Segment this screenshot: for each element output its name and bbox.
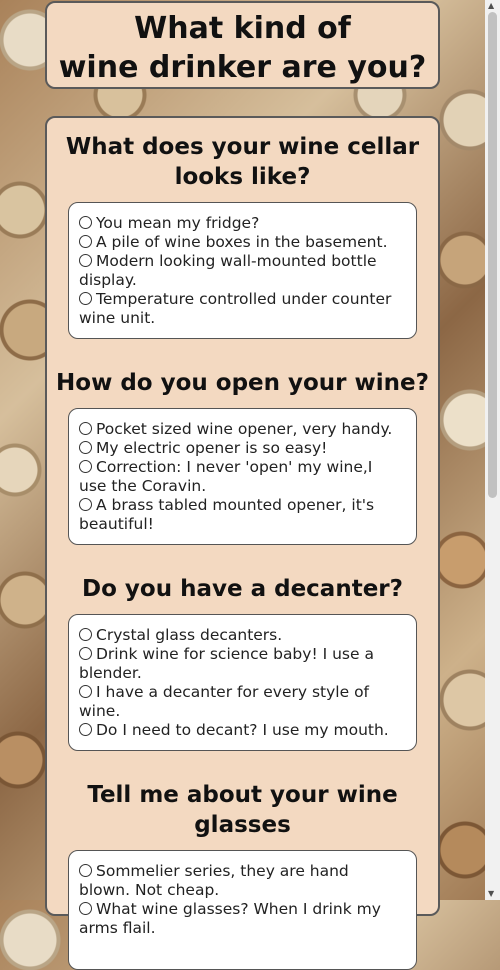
title-line-2: wine drinker are you? — [58, 50, 427, 85]
radio-button[interactable] — [79, 647, 92, 660]
question-title: Tell me about your wine glasses — [87, 782, 398, 838]
option-wine-boxes[interactable]: A pile of wine boxes in the basement. — [79, 233, 406, 252]
scroll-up-icon[interactable]: ▲ — [488, 1, 494, 11]
radio-button[interactable] — [79, 422, 92, 435]
option-electric-opener[interactable]: My electric opener is so easy! — [79, 439, 406, 458]
title-line-1: What kind of — [134, 11, 351, 46]
options-box: Sommelier series, they are hand blown. No… — [68, 850, 417, 970]
option-crystal-decanter[interactable]: Crystal glass decanters. — [79, 626, 406, 645]
title-card: What kind of wine drinker are you? — [45, 1, 440, 89]
options-box: Pocket sized wine opener, very handy. My… — [68, 408, 417, 545]
radio-button[interactable] — [79, 685, 92, 698]
option-coravin[interactable]: Correction: I never 'open' my wine,I use … — [79, 458, 406, 496]
radio-button[interactable] — [79, 460, 92, 473]
question-opener: How do you open your wine? Pocket sized … — [47, 368, 438, 545]
question-decanter: Do you have a decanter? Crystal glass de… — [47, 574, 438, 751]
radio-button[interactable] — [79, 902, 92, 915]
radio-button[interactable] — [79, 254, 92, 267]
option-fridge[interactable]: You mean my fridge? — [79, 214, 406, 233]
question-cellar: What does your wine cellar looks like? Y… — [47, 132, 438, 339]
radio-button[interactable] — [79, 864, 92, 877]
option-pocket-opener[interactable]: Pocket sized wine opener, very handy. — [79, 420, 406, 439]
options-box: You mean my fridge? A pile of wine boxes… — [68, 202, 417, 339]
option-no-decant[interactable]: Do I need to decant? I use my mouth. — [79, 721, 406, 740]
radio-button[interactable] — [79, 723, 92, 736]
question-title: How do you open your wine? — [56, 370, 429, 396]
page-scrollbar[interactable]: ▲ ▼ — [485, 0, 500, 900]
option-sommelier-series[interactable]: Sommelier series, they are hand blown. No… — [79, 862, 406, 900]
scroll-thumb[interactable] — [488, 12, 497, 498]
question-title: Do you have a decanter? — [82, 576, 403, 602]
radio-button[interactable] — [79, 441, 92, 454]
radio-button[interactable] — [79, 292, 92, 305]
question-title: What does your wine cellar looks like? — [65, 134, 420, 190]
radio-button[interactable] — [79, 628, 92, 641]
radio-button[interactable] — [79, 216, 92, 229]
radio-button[interactable] — [79, 498, 92, 511]
option-brass-opener[interactable]: A brass tabled mounted opener, it's beaut… — [79, 496, 406, 534]
option-decanter-every-style[interactable]: I have a decanter for every style of wine… — [79, 683, 406, 721]
page-title: What kind of wine drinker are you? — [47, 3, 438, 87]
option-no-glasses[interactable]: What wine glasses? When I drink my arms f… — [79, 900, 406, 938]
radio-button[interactable] — [79, 235, 92, 248]
option-blender[interactable]: Drink wine for science baby! I use a blen… — [79, 645, 406, 683]
question-glasses: Tell me about your wine glasses Sommelie… — [47, 780, 438, 970]
option-wall-mounted[interactable]: Modern looking wall-mounted bottle displa… — [79, 252, 406, 290]
scroll-down-icon[interactable]: ▼ — [488, 889, 494, 899]
option-temperature-controlled[interactable]: Temperature controlled under counter wine… — [79, 290, 406, 328]
quiz-form: What does your wine cellar looks like? Y… — [45, 116, 440, 970]
options-box: Crystal glass decanters. Drink wine for … — [68, 614, 417, 751]
